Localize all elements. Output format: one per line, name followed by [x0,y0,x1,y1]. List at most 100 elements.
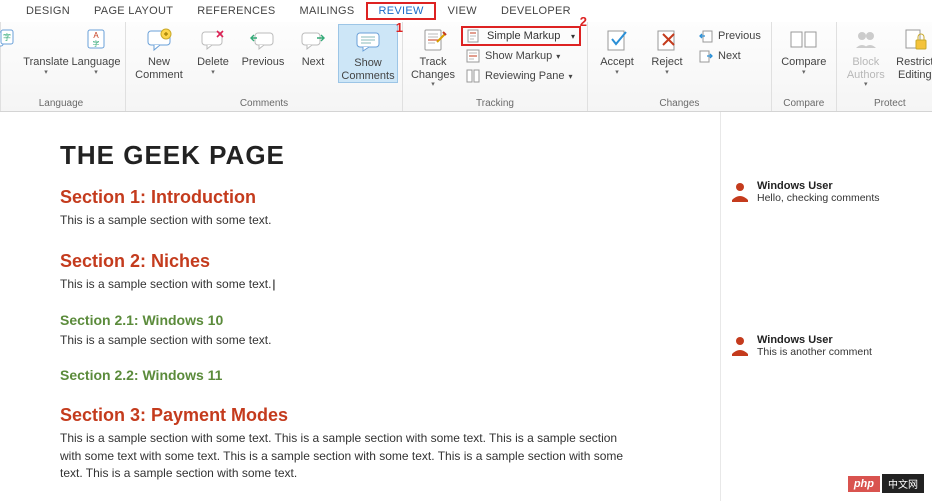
group-label-protect: Protect [874,98,906,109]
watermark-right: 中文网 [882,474,924,493]
previous-change-button[interactable]: Previous [694,26,765,46]
compare-button[interactable]: Compare ▾ [776,24,832,77]
watermark-left: php [848,476,880,492]
group-comments: New Comment Delete ▾ Previous Next 1 Sho… [126,22,403,111]
comment-user: Windows User [757,334,872,346]
group-label-tracking: Tracking [476,98,514,109]
next-change-button[interactable]: Next [694,46,765,66]
tab-references[interactable]: REFERENCES [185,2,287,20]
restrict-editing-label: Restrict Editing [896,56,932,81]
body-text-1: This is a sample section with some text. [60,212,640,229]
prev-change-icon [698,28,714,44]
svg-text:A: A [93,31,99,40]
callout-2: 2 [580,14,587,29]
translate-icon: a字 [0,26,19,54]
next-label: Next [302,56,325,69]
reviewing-pane-icon [465,68,481,84]
language-icon: A字 [80,26,112,54]
group-label-changes: Changes [659,98,699,109]
track-changes-button[interactable]: Track Changes ▾ [407,24,459,89]
document-area: THE GEEK PAGE Section 1: Introduction Th… [0,112,932,501]
previous-comment-button[interactable]: Previous [238,24,288,69]
tab-review[interactable]: REVIEW [366,2,435,20]
accept-label: Accept [600,56,634,69]
tab-page-layout[interactable]: PAGE LAYOUT [82,2,185,20]
comment-user: Windows User [757,180,880,192]
group-label-language: Language [39,98,84,109]
translate-button[interactable]: a字 [1,24,21,56]
reject-button[interactable]: Reject ▾ [642,24,692,77]
translate-label: Translate [23,56,68,69]
chevron-down-icon: ▾ [665,69,669,77]
next-change-icon [698,48,714,64]
group-label-compare: Compare [783,98,824,109]
ribbon-tabs: DESIGN PAGE LAYOUT REFERENCES MAILINGS R… [0,0,932,22]
track-changes-label: Track Changes [411,56,455,81]
restrict-editing-icon [899,26,931,54]
body-text-2: This is a sample section with some text. [60,276,640,293]
accept-button[interactable]: Accept ▾ [592,24,642,77]
block-authors-icon [850,26,882,54]
callout-1: 1 [396,21,403,36]
document-page[interactable]: THE GEEK PAGE Section 1: Introduction Th… [0,112,720,501]
group-label-comments: Comments [240,98,288,109]
block-authors-label: Block Authors [847,56,885,81]
show-comments-label: Show Comments [341,57,394,82]
tab-view[interactable]: VIEW [436,2,489,20]
language-button[interactable]: A字 Language ▾ [71,24,121,77]
new-comment-button[interactable]: New Comment [130,24,188,81]
chevron-down-icon: ▾ [569,72,573,81]
reviewing-pane-label: Reviewing Pane [485,70,565,82]
track-changes-icon [417,26,449,54]
heading-section-2-2: Section 2.2: Windows 11 [60,367,720,383]
chevron-down-icon: ▾ [864,81,868,89]
delete-comment-button[interactable]: Delete ▾ [188,24,238,77]
group-protect: Block Authors ▾ Restrict Editing Protect [837,22,932,111]
restrict-editing-button[interactable]: Restrict Editing [891,24,932,81]
comment-bubble-icon [143,26,175,54]
language-label: Language [72,56,121,69]
show-markup-label: Show Markup [485,50,552,62]
body-text-2-1: This is a sample section with some text. [60,332,640,349]
previous-comment-icon [247,26,279,54]
heading-section-1: Section 1: Introduction [60,187,720,208]
avatar-icon [729,334,751,356]
watermark: php 中文网 [848,474,924,493]
tab-mailings[interactable]: MAILINGS [287,2,366,20]
avatar-icon [729,180,751,202]
chevron-down-icon: ▾ [211,69,215,77]
show-markup-icon [465,48,481,64]
compare-icon [788,26,820,54]
block-authors-button: Block Authors ▾ [841,24,891,89]
show-comments-button[interactable]: 1 Show Comments [338,24,398,83]
markup-select-value: Simple Markup [487,30,565,42]
reviewing-pane-button[interactable]: Reviewing Pane ▾ [461,66,581,86]
new-comment-label: New Comment [135,56,183,81]
tab-design[interactable]: DESIGN [14,2,82,20]
delete-comment-icon [197,26,229,54]
accept-icon [601,26,633,54]
chevron-down-icon: ▾ [44,69,48,77]
chevron-down-icon: ▾ [94,69,98,77]
comment-text: Hello, checking comments [757,192,880,204]
comment-item[interactable]: Windows User This is another comment [729,334,924,358]
svg-text:字: 字 [93,39,100,48]
prev-change-label: Previous [718,30,761,42]
next-comment-button[interactable]: Next [288,24,338,69]
previous-label: Previous [242,56,285,69]
show-markup-button[interactable]: Show Markup ▾ [461,46,581,66]
translate-button-label[interactable]: Translate ▾ [21,24,71,77]
comment-item[interactable]: Windows User Hello, checking comments [729,180,924,204]
compare-label: Compare [781,56,826,69]
group-compare: Compare ▾ Compare [772,22,837,111]
comment-text: This is another comment [757,346,872,358]
heading-section-3: Section 3: Payment Modes [60,405,720,426]
markup-display-select[interactable]: 2 Simple Markup ▾ [461,26,581,46]
tab-developer[interactable]: DEVELOPER [489,2,583,20]
chevron-down-icon: ▾ [431,81,435,89]
chevron-down-icon: ▾ [571,32,575,41]
heading-section-2: Section 2: Niches [60,251,720,272]
show-comments-icon [352,27,384,55]
delete-label: Delete [197,56,229,69]
comments-pane[interactable]: Windows User Hello, checking comments Wi… [720,112,932,501]
